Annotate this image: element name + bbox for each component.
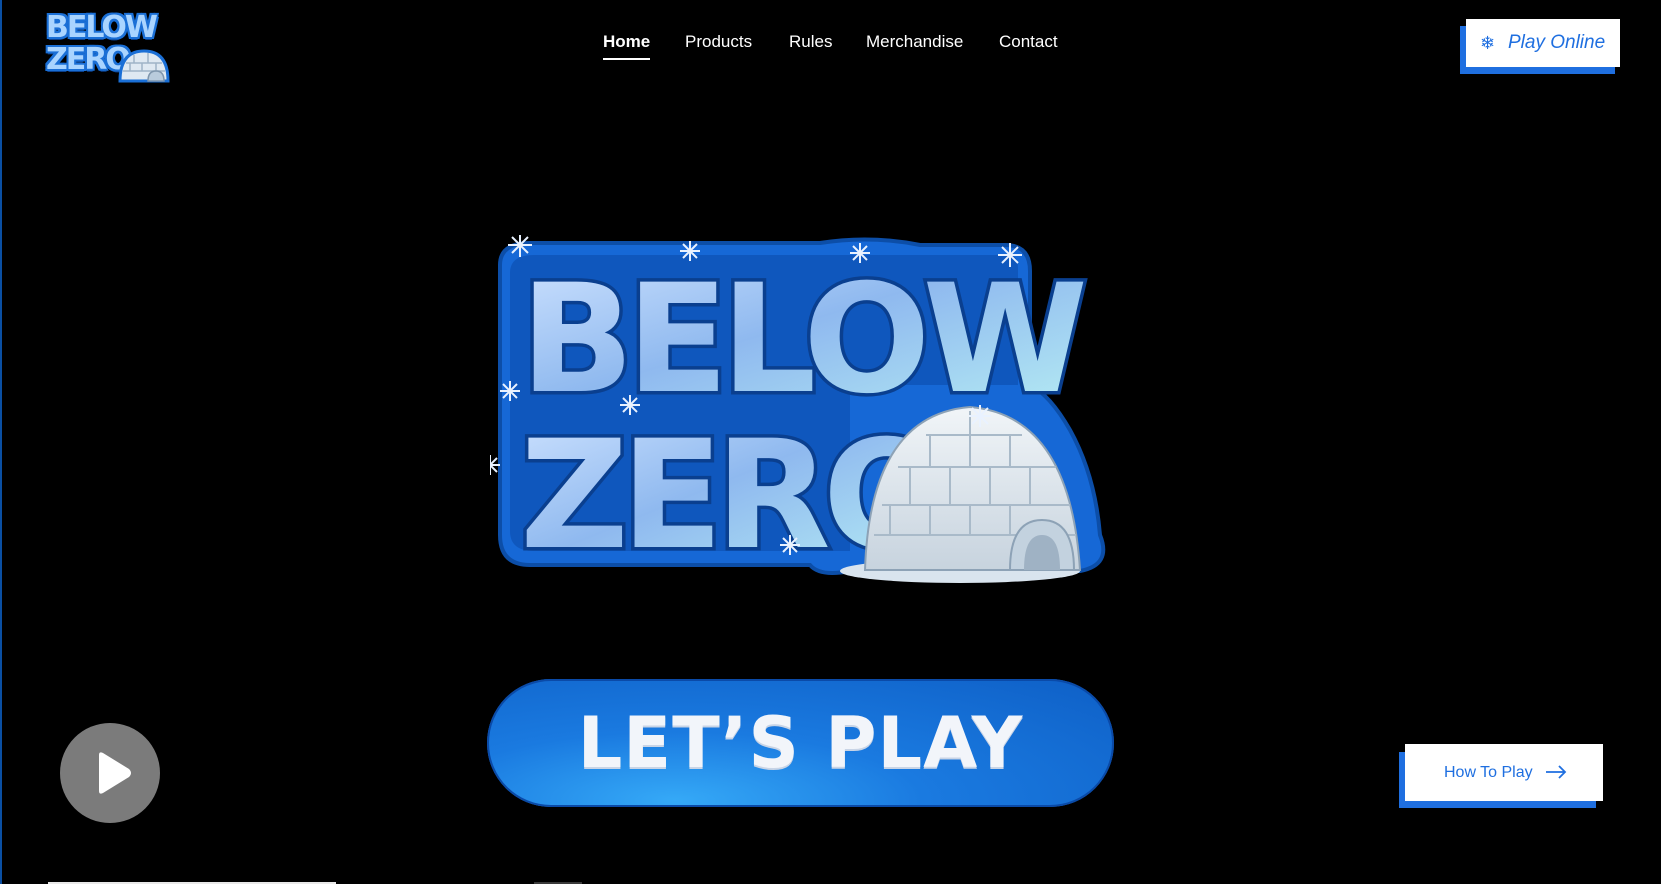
arrow-right-icon (1546, 765, 1567, 779)
video-play-button[interactable] (60, 723, 160, 823)
play-online-button[interactable]: ❄ Play Online (1466, 19, 1620, 67)
nav-rules[interactable]: Rules (789, 30, 832, 54)
nav-contact[interactable]: Contact (999, 30, 1058, 54)
left-edge-line (0, 0, 2, 884)
nav-merchandise[interactable]: Merchandise (866, 30, 963, 54)
nav-products[interactable]: Products (685, 30, 752, 54)
snowflake-icon: ❄ (1480, 33, 1496, 53)
main-nav: Home Products Rules Merchandise Contact (0, 30, 1661, 60)
lets-play-button[interactable]: LET’S PLAY (487, 679, 1114, 807)
hero-logo-graphic: BELOW ZERO (490, 235, 1106, 587)
how-to-play-button[interactable]: How To Play (1405, 744, 1603, 801)
play-icon (99, 752, 131, 794)
play-online-label: Play Online (1508, 32, 1606, 53)
hero-logo-line1: BELOW (520, 253, 1084, 427)
page: BELOW ZERO Home Products Rules Merchandi… (0, 0, 1661, 884)
nav-home[interactable]: Home (603, 30, 651, 60)
hero-logo: BELOW ZERO (490, 235, 1180, 605)
lets-play-label: LET’S PLAY (577, 702, 1024, 784)
how-to-play-label: How To Play (1444, 764, 1533, 781)
